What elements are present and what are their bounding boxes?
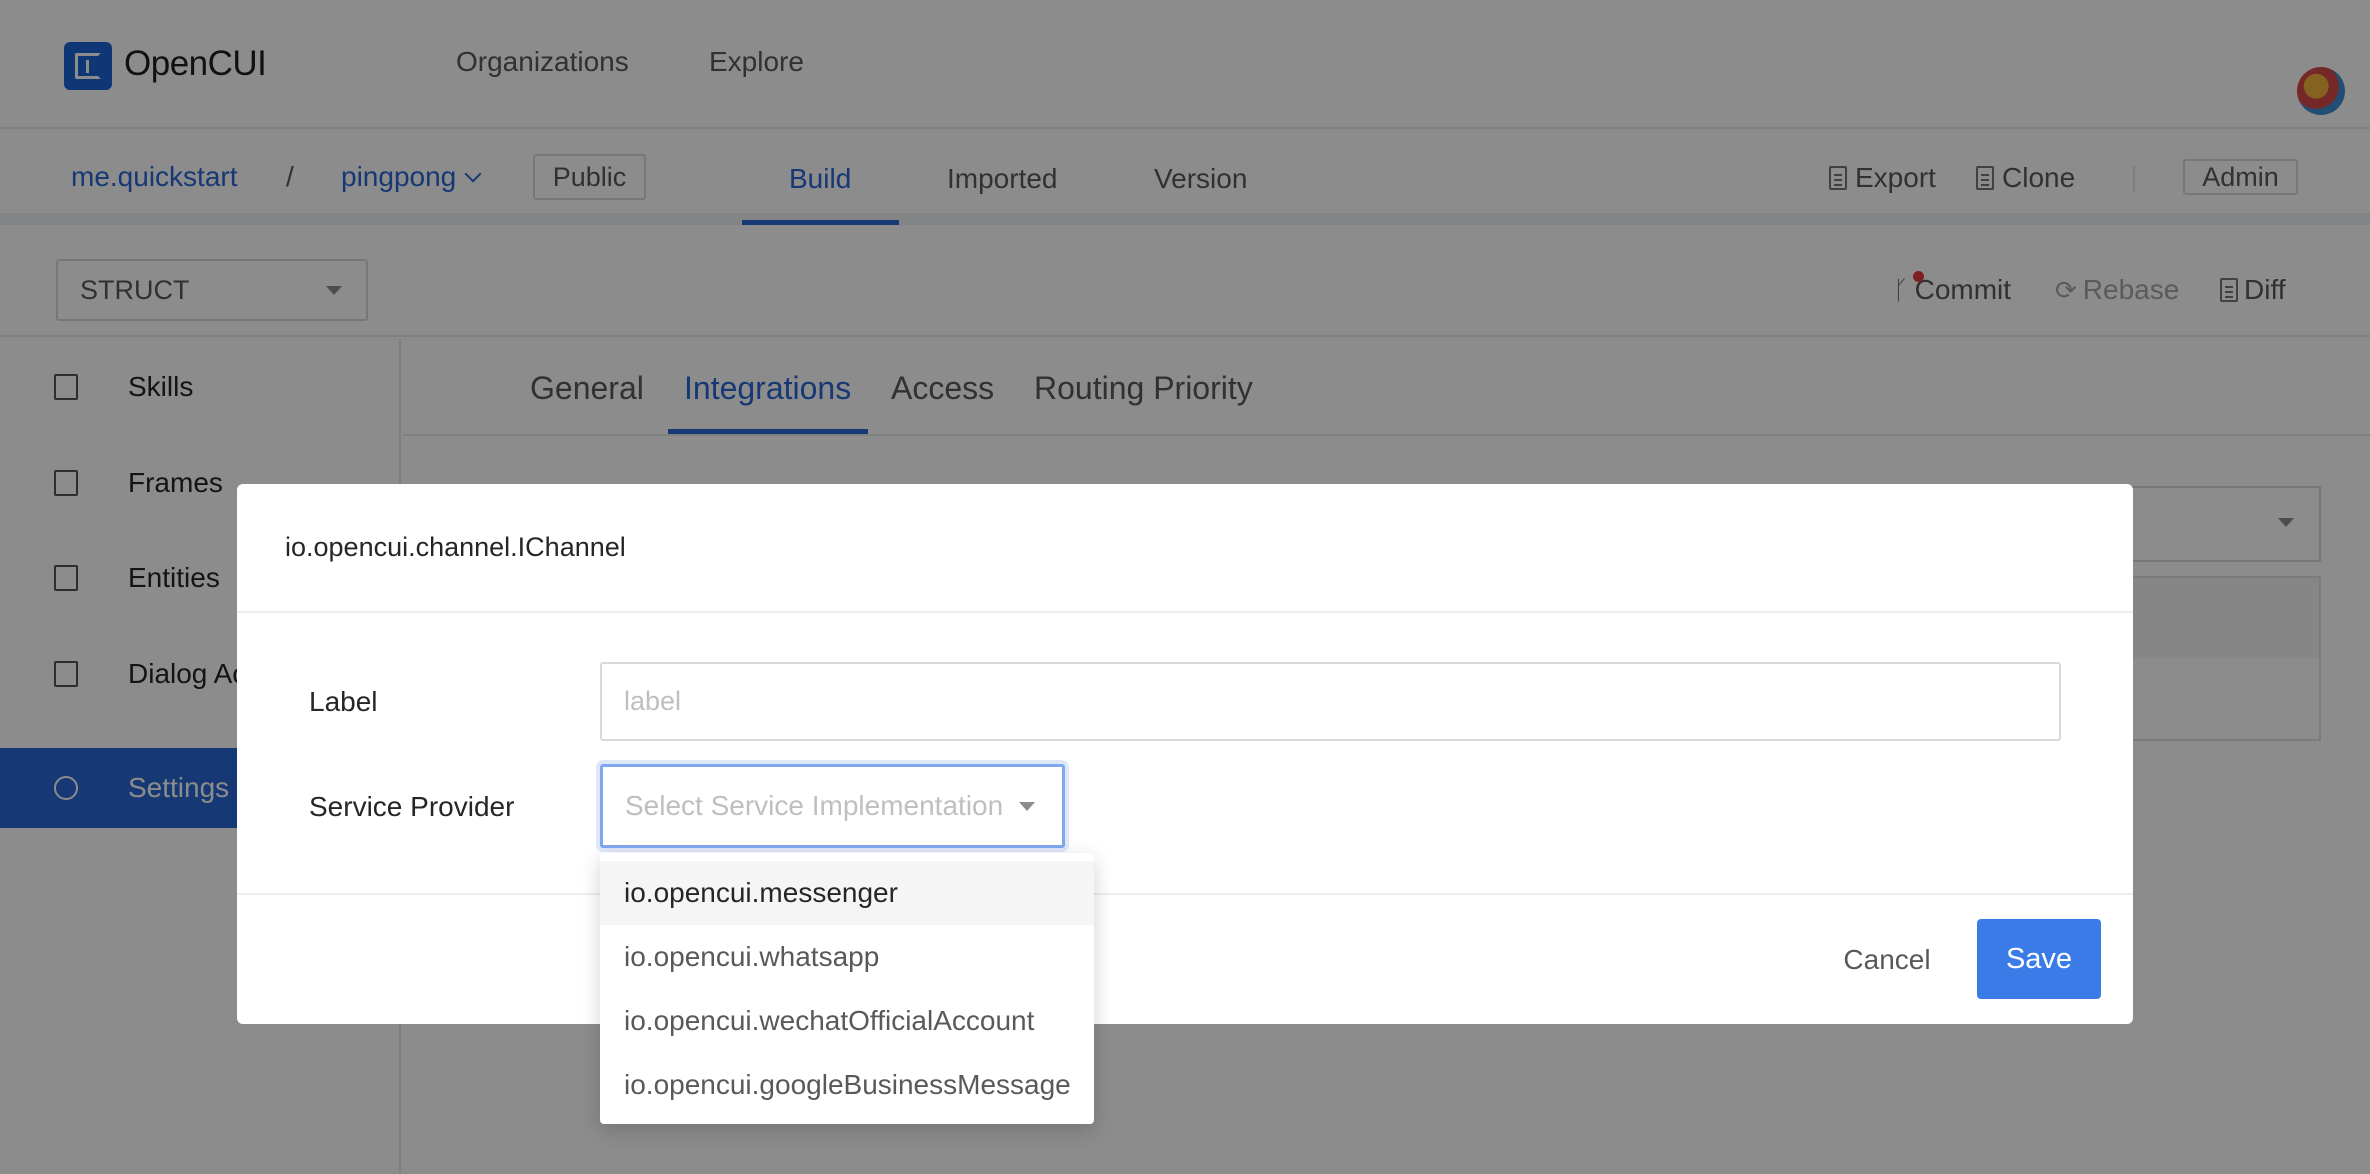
dropdown-option-wechat-official-account[interactable]: io.opencui.wechatOfficialAccount xyxy=(600,989,1094,1053)
dropdown-option-google-business-message[interactable]: io.opencui.googleBusinessMessage xyxy=(600,1053,1094,1117)
dropdown-option-messenger[interactable]: io.opencui.messenger xyxy=(600,861,1094,925)
divider xyxy=(237,893,2133,895)
label-field-label: Label xyxy=(309,686,378,717)
divider xyxy=(237,611,2133,613)
service-provider-select[interactable]: Select Service Implementation xyxy=(600,764,1065,848)
modal-title: io.opencui.channel.IChannel xyxy=(285,532,626,562)
caret-down-icon xyxy=(1019,802,1035,811)
dropdown-option-whatsapp[interactable]: io.opencui.whatsapp xyxy=(600,925,1094,989)
service-provider-dropdown: io.opencui.messenger io.opencui.whatsapp… xyxy=(600,853,1094,1124)
save-button[interactable]: Save xyxy=(1977,919,2101,999)
cancel-button[interactable]: Cancel xyxy=(1813,920,1961,1000)
service-provider-label: Service Provider xyxy=(309,791,515,822)
label-input[interactable] xyxy=(600,662,2061,741)
